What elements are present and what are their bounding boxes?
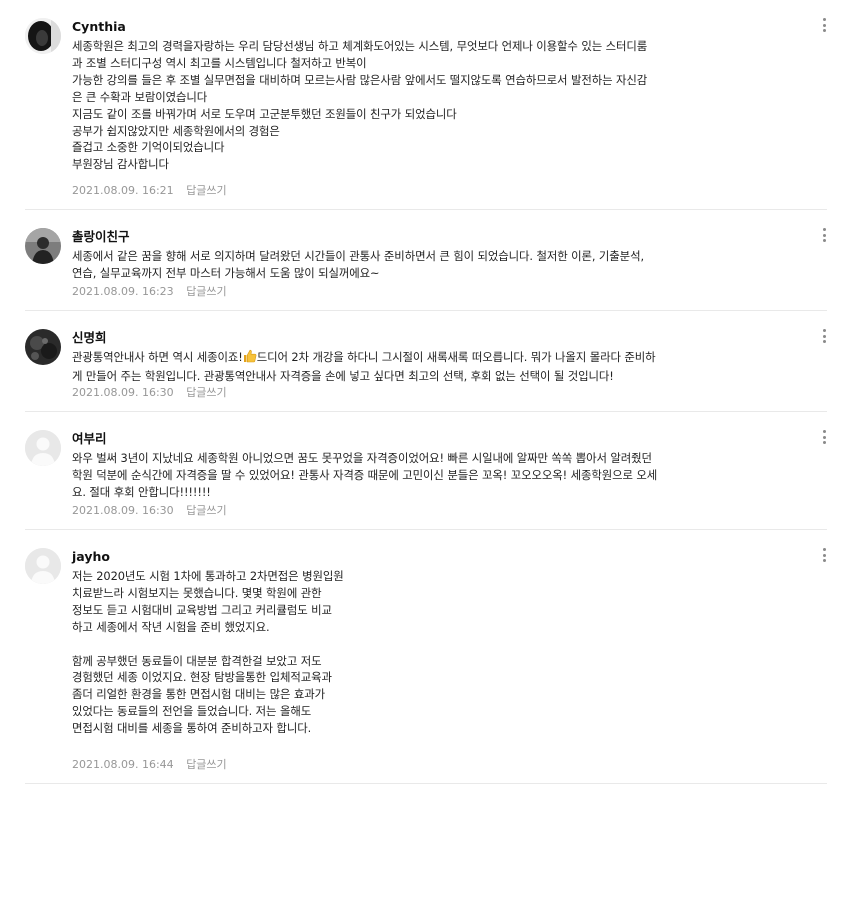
comment-item: Cynthia 세종학원은 최고의 경력을자랑하는 우리 담당선생님 하고 체계… [25,0,827,210]
comment-date: 2021.08.09. 16:30 [72,386,174,399]
comment-text-part: 관광통역안내사 하면 역시 세종이죠! [72,350,243,364]
comment-meta: 2021.08.09. 16:30 답글쓰기 [72,386,227,400]
comment-date: 2021.08.09. 16:21 [72,184,174,197]
comment-author[interactable]: jayho [72,549,797,565]
comment-item: 촐랑이친구 세종에서 같은 꿈을 향해 서로 의지하며 달려왔던 시간들이 관통… [25,210,827,311]
more-options-icon[interactable] [819,18,829,36]
reply-button[interactable]: 답글쓰기 [186,285,226,298]
comment-meta: 2021.08.09. 16:21 답글쓰기 [72,184,227,198]
comment-author[interactable]: 여부리 [72,431,797,447]
avatar[interactable] [25,228,61,264]
comment-author[interactable]: 촐랑이친구 [72,229,797,245]
comment-text: 관광통역안내사 하면 역시 세종이죠! 드디어 2차 개강을 하다니 그시절이 새… [72,349,797,385]
more-options-icon[interactable] [819,329,829,347]
reply-button[interactable]: 답글쓰기 [186,758,226,771]
reply-button[interactable]: 답글쓰기 [186,184,226,197]
comment-date: 2021.08.09. 16:23 [72,285,174,298]
comment-date: 2021.08.09. 16:30 [72,504,174,517]
comment-text: 와우 벌써 3년이 지났네요 세종학원 아니었으면 꿈도 못꾸었을 자격증이었어… [72,451,658,499]
comment-meta: 2021.08.09. 16:44 답글쓰기 [72,758,227,772]
comment-item: 여부리 와우 벌써 3년이 지났네요 세종학원 아니었으면 꿈도 못꾸었을 자격… [25,412,827,530]
avatar[interactable] [25,18,61,54]
comment-text: 세종학원은 최고의 경력을자랑하는 우리 담당선생님 하고 체계화도어있는 시스… [72,39,648,172]
comment-text: 세종에서 같은 꿈을 향해 서로 의지하며 달려왔던 시간들이 관통사 준비하면… [72,249,644,280]
comment-date: 2021.08.09. 16:44 [72,758,174,771]
comment-meta: 2021.08.09. 16:30 답글쓰기 [72,504,227,518]
reply-button[interactable]: 답글쓰기 [186,386,226,399]
comment-item: jayho 저는 2020년도 시험 1차에 통과하고 2차면접은 병원입원 치… [25,530,827,784]
more-options-icon[interactable] [819,430,829,448]
reply-button[interactable]: 답글쓰기 [186,504,226,517]
comment-list: Cynthia 세종학원은 최고의 경력을자랑하는 우리 담당선생님 하고 체계… [25,0,827,784]
avatar[interactable] [25,329,61,365]
comment-author[interactable]: 신명희 [72,330,797,346]
more-options-icon[interactable] [819,548,829,566]
more-options-icon[interactable] [819,228,829,246]
avatar[interactable] [25,548,61,584]
comment-meta: 2021.08.09. 16:23 답글쓰기 [72,285,227,299]
thumbs-up-emoji-icon [243,349,257,368]
avatar[interactable] [25,430,61,466]
comment-text: 저는 2020년도 시험 1차에 통과하고 2차면접은 병원입원 치료받느라 시… [72,569,344,736]
comment-item: 신명희 관광통역안내사 하면 역시 세종이죠! 드디어 2차 개강을 하다니 그시… [25,311,827,412]
comment-author[interactable]: Cynthia [72,19,797,35]
